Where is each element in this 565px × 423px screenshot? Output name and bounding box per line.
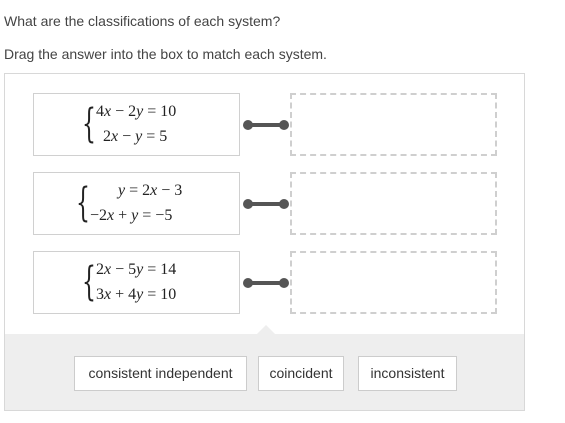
tray-pointer [257, 325, 275, 334]
answer-chip-consistent-independent[interactable]: consistent independent [74, 356, 247, 391]
equation-term: − 5 [111, 261, 137, 278]
answer-tray: consistent independent coincident incons… [5, 325, 524, 410]
connector-handle-2[interactable] [241, 197, 291, 211]
equation-term: = −5 [138, 207, 173, 224]
equation-term: = 5 [142, 128, 168, 145]
system-3-equation-2: 3x + 4y = 10 [96, 286, 176, 304]
answer-chip-inconsistent[interactable]: inconsistent [358, 356, 457, 391]
equation-term: = 14 [143, 261, 177, 278]
drop-target-3[interactable] [290, 251, 497, 314]
equation-term: 3 [96, 286, 104, 303]
drop-target-2[interactable] [290, 172, 497, 235]
connector-handle-3[interactable] [241, 276, 291, 290]
system-2-equation-1: y = 2x − 3 [118, 182, 182, 200]
system-card-1: { 4x − 2y = 10 2x − y = 5 [33, 93, 240, 156]
drop-target-1[interactable] [290, 93, 497, 156]
equation-term: 2 [96, 261, 104, 278]
equation-term: = 10 [143, 286, 177, 303]
question-instruction: Drag the answer into the box to match ea… [4, 46, 327, 62]
brace-icon: { [76, 180, 90, 226]
equation-term: − [118, 128, 136, 145]
brace-icon: { [82, 101, 96, 147]
matching-panel: { 4x − 2y = 10 2x − y = 5 { y = 2x − 3 −… [4, 73, 525, 411]
equation-term: 2 [103, 128, 111, 145]
equation-term: − 2 [111, 103, 137, 120]
equation-term: 4 [96, 103, 104, 120]
system-1-equation-1: 4x − 2y = 10 [96, 103, 176, 121]
equation-term: = 10 [143, 103, 177, 120]
question-prompt: What are the classifications of each sys… [4, 13, 281, 29]
answer-chip-coincident[interactable]: coincident [258, 356, 344, 391]
connector-handle-1[interactable] [241, 118, 291, 132]
equation-term: = 2 [125, 182, 151, 199]
brace-icon: { [82, 259, 96, 305]
equation-term: + 4 [111, 286, 137, 303]
system-card-2: { y = 2x − 3 −2x + y = −5 [33, 172, 240, 235]
system-card-3: { 2x − 5y = 14 3x + 4y = 10 [33, 251, 240, 314]
system-3-equation-1: 2x − 5y = 14 [96, 261, 176, 279]
equation-term: + [114, 207, 132, 224]
system-1-equation-2: 2x − y = 5 [103, 128, 167, 146]
system-2-equation-2: −2x + y = −5 [90, 207, 172, 225]
equation-term: −2 [90, 207, 108, 224]
equation-term: − 3 [157, 182, 183, 199]
